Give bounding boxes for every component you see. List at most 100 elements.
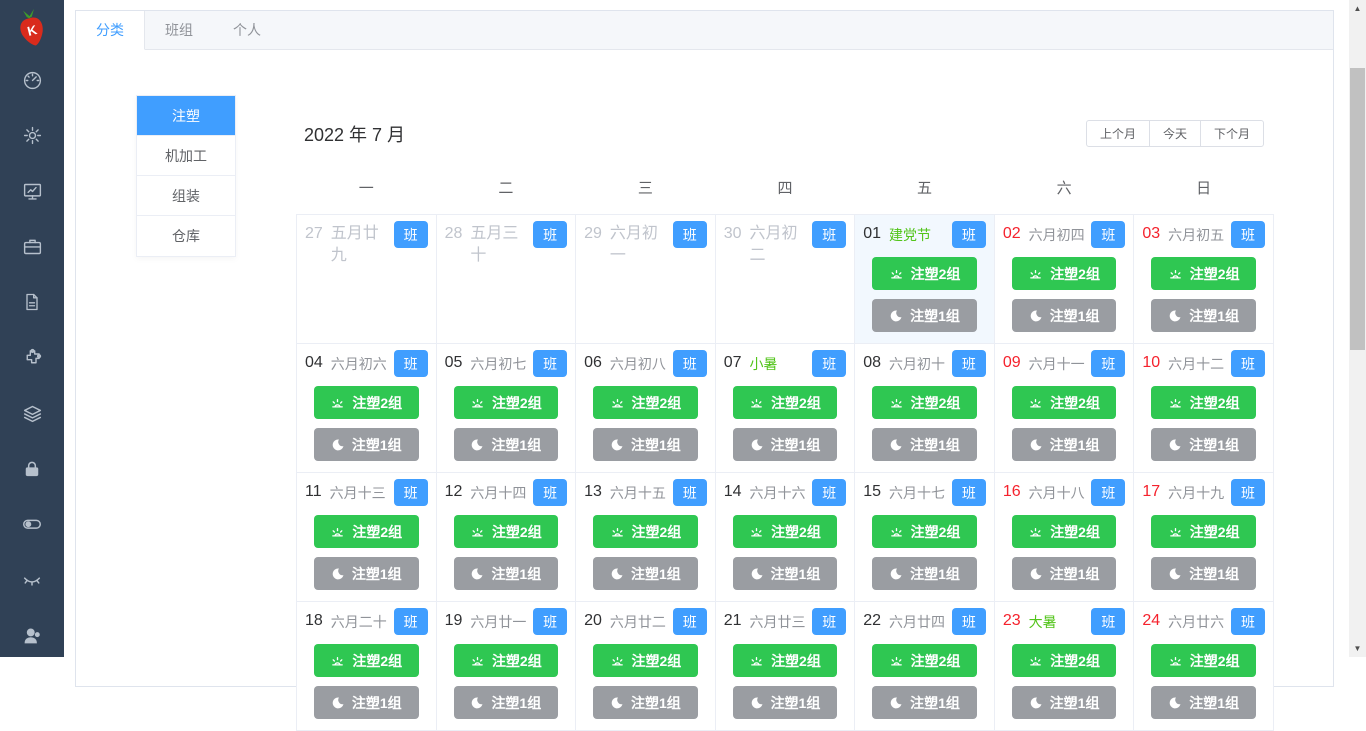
day-cell[interactable]: 11 六月十三班注塑2组 注塑1组 xyxy=(296,472,437,602)
tab-personal[interactable]: 个人 xyxy=(213,11,281,49)
day-shift-button[interactable]: 注塑2组 xyxy=(1011,386,1117,419)
day-cell[interactable]: 04 六月初六班注塑2组 注塑1组 xyxy=(296,343,437,473)
briefcase-icon[interactable] xyxy=(0,235,64,259)
scroll-down-icon[interactable]: ▼ xyxy=(1349,640,1366,657)
day-cell[interactable]: 28 五月三十班 xyxy=(435,214,577,344)
night-shift-button[interactable]: 注塑1组 xyxy=(314,686,419,719)
night-shift-button[interactable]: 注塑1组 xyxy=(314,557,419,590)
scrollbar-thumb[interactable] xyxy=(1350,68,1365,350)
day-cell[interactable]: 09 六月十一班注塑2组 注塑1组 xyxy=(993,343,1135,473)
night-shift-button[interactable]: 注塑1组 xyxy=(453,428,559,461)
eye-closed-icon[interactable] xyxy=(0,568,64,592)
night-shift-button[interactable]: 注塑1组 xyxy=(732,686,838,719)
night-shift-button[interactable]: 注塑1组 xyxy=(1151,686,1256,719)
night-shift-button[interactable]: 注塑1组 xyxy=(1011,428,1117,461)
layers-icon[interactable] xyxy=(0,401,64,425)
day-shift-button[interactable]: 注塑2组 xyxy=(872,257,977,290)
day-shift-button[interactable]: 注塑2组 xyxy=(314,386,419,419)
night-shift-button[interactable]: 注塑1组 xyxy=(453,557,559,590)
day-shift-button[interactable]: 注塑2组 xyxy=(732,386,838,419)
day-cell[interactable]: 06 六月初八班注塑2组 注塑1组 xyxy=(575,343,716,473)
document-icon[interactable] xyxy=(0,290,64,314)
night-shift-button[interactable]: 注塑1组 xyxy=(314,428,419,461)
day-shift-button[interactable]: 注塑2组 xyxy=(1151,386,1256,419)
day-shift-button[interactable]: 注塑2组 xyxy=(453,386,559,419)
puzzle-icon[interactable] xyxy=(0,346,64,370)
day-shift-button[interactable]: 注塑2组 xyxy=(1151,644,1256,677)
category-item-injection[interactable]: 注塑 xyxy=(137,96,235,136)
prev-month-button[interactable]: 上个月 xyxy=(1085,120,1150,147)
night-shift-button[interactable]: 注塑1组 xyxy=(593,428,698,461)
day-shift-button[interactable]: 注塑2组 xyxy=(1011,515,1117,548)
app-logo[interactable]: K xyxy=(14,4,50,50)
day-cell[interactable]: 01 建党节 班注塑2组 注塑1组 xyxy=(854,214,995,344)
day-cell[interactable]: 02 六月初四班注塑2组 注塑1组 xyxy=(993,214,1135,344)
day-shift-button[interactable]: 注塑2组 xyxy=(453,644,559,677)
day-shift-button[interactable]: 注塑2组 xyxy=(593,515,698,548)
next-month-button[interactable]: 下个月 xyxy=(1199,120,1264,147)
night-shift-button[interactable]: 注塑1组 xyxy=(872,557,977,590)
day-shift-button[interactable]: 注塑2组 xyxy=(1151,257,1256,290)
dashboard-icon[interactable] xyxy=(0,68,64,92)
day-cell[interactable]: 12 六月十四班注塑2组 注塑1组 xyxy=(435,472,577,602)
night-shift-button[interactable]: 注塑1组 xyxy=(593,686,698,719)
night-shift-button[interactable]: 注塑1组 xyxy=(1011,557,1117,590)
day-cell[interactable]: 14 六月十六班注塑2组 注塑1组 xyxy=(714,472,856,602)
day-cell[interactable]: 27 五月廿九班 xyxy=(296,214,437,344)
monitor-chart-icon[interactable] xyxy=(0,179,64,203)
day-cell[interactable]: 29 六月初一班 xyxy=(575,214,716,344)
day-cell[interactable]: 16 六月十八班注塑2组 注塑1组 xyxy=(993,472,1135,602)
day-shift-button[interactable]: 注塑2组 xyxy=(1011,644,1117,677)
day-shift-button[interactable]: 注塑2组 xyxy=(732,515,838,548)
lock-icon[interactable] xyxy=(0,457,64,481)
night-shift-button[interactable]: 注塑1组 xyxy=(732,428,838,461)
user-icon[interactable] xyxy=(0,623,64,647)
category-item-warehouse[interactable]: 仓库 xyxy=(137,216,235,256)
day-shift-button[interactable]: 注塑2组 xyxy=(314,515,419,548)
day-shift-button[interactable]: 注塑2组 xyxy=(593,644,698,677)
today-button[interactable]: 今天 xyxy=(1148,120,1201,147)
day-cell[interactable]: 17 六月十九班注塑2组 注塑1组 xyxy=(1133,472,1274,602)
night-shift-button[interactable]: 注塑1组 xyxy=(872,299,977,332)
settings-icon[interactable] xyxy=(0,124,64,148)
night-shift-button[interactable]: 注塑1组 xyxy=(1151,557,1256,590)
day-cell[interactable]: 13 六月十五班注塑2组 注塑1组 xyxy=(575,472,716,602)
day-cell[interactable]: 18 六月二十班注塑2组 注塑1组 xyxy=(296,601,437,731)
day-cell[interactable]: 07 小暑 班注塑2组 注塑1组 xyxy=(714,343,856,473)
night-shift-button[interactable]: 注塑1组 xyxy=(593,557,698,590)
day-shift-button[interactable]: 注塑2组 xyxy=(872,515,977,548)
day-shift-button[interactable]: 注塑2组 xyxy=(872,386,977,419)
day-shift-button[interactable]: 注塑2组 xyxy=(1011,257,1117,290)
category-item-machining[interactable]: 机加工 xyxy=(137,136,235,176)
day-cell[interactable]: 23 大暑 班注塑2组 注塑1组 xyxy=(993,601,1135,731)
day-cell[interactable]: 10 六月十二班注塑2组 注塑1组 xyxy=(1133,343,1274,473)
night-shift-button[interactable]: 注塑1组 xyxy=(1011,299,1117,332)
page-scrollbar[interactable]: ▲ ▼ xyxy=(1349,0,1366,657)
day-cell[interactable]: 24 六月廿六班注塑2组 注塑1组 xyxy=(1133,601,1274,731)
day-cell[interactable]: 20 六月廿二班注塑2组 注塑1组 xyxy=(575,601,716,731)
toggle-icon[interactable] xyxy=(0,512,64,536)
day-shift-button[interactable]: 注塑2组 xyxy=(314,644,419,677)
day-cell[interactable]: 05 六月初七班注塑2组 注塑1组 xyxy=(435,343,577,473)
day-shift-button[interactable]: 注塑2组 xyxy=(872,644,977,677)
day-cell[interactable]: 15 六月十七班注塑2组 注塑1组 xyxy=(854,472,995,602)
night-shift-button[interactable]: 注塑1组 xyxy=(732,557,838,590)
night-shift-button[interactable]: 注塑1组 xyxy=(872,428,977,461)
day-shift-button[interactable]: 注塑2组 xyxy=(1151,515,1256,548)
day-cell[interactable]: 19 六月廿一班注塑2组 注塑1组 xyxy=(435,601,577,731)
night-shift-button[interactable]: 注塑1组 xyxy=(1011,686,1117,719)
night-shift-button[interactable]: 注塑1组 xyxy=(1151,299,1256,332)
tab-category[interactable]: 分类 xyxy=(76,11,145,50)
category-item-assembly[interactable]: 组装 xyxy=(137,176,235,216)
day-cell[interactable]: 30 六月初二班 xyxy=(714,214,856,344)
night-shift-button[interactable]: 注塑1组 xyxy=(872,686,977,719)
day-shift-button[interactable]: 注塑2组 xyxy=(453,515,559,548)
day-shift-button[interactable]: 注塑2组 xyxy=(732,644,838,677)
night-shift-button[interactable]: 注塑1组 xyxy=(1151,428,1256,461)
night-shift-button[interactable]: 注塑1组 xyxy=(453,686,559,719)
day-cell[interactable]: 08 六月初十班注塑2组 注塑1组 xyxy=(854,343,995,473)
day-cell[interactable]: 22 六月廿四班注塑2组 注塑1组 xyxy=(854,601,995,731)
tab-team[interactable]: 班组 xyxy=(145,11,213,49)
day-cell[interactable]: 03 六月初五班注塑2组 注塑1组 xyxy=(1133,214,1274,344)
day-shift-button[interactable]: 注塑2组 xyxy=(593,386,698,419)
